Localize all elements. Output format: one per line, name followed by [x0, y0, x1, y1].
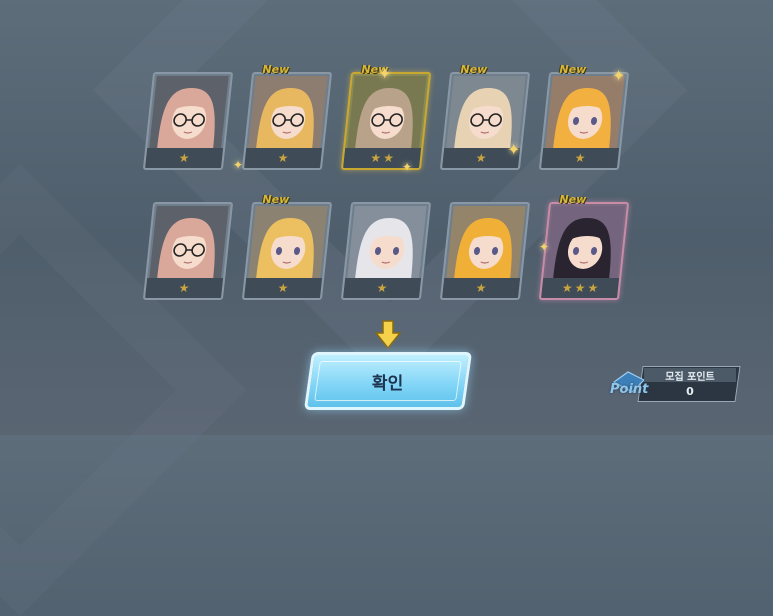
new-badge: New	[262, 63, 290, 76]
character-portrait	[149, 76, 229, 148]
star-icon: ★	[375, 281, 389, 295]
card-frame: ★	[439, 202, 531, 300]
card-frame: ★	[142, 72, 234, 170]
character-card[interactable]: ★	[142, 72, 234, 170]
star-icon: ★	[561, 281, 574, 295]
new-badge: New	[460, 63, 488, 76]
character-portrait	[248, 206, 328, 278]
character-portrait	[545, 76, 625, 148]
down-arrow-icon	[374, 320, 402, 350]
recruit-points-panel: Point 모집 포인트 0	[610, 364, 741, 404]
character-portrait	[446, 76, 526, 148]
character-card[interactable]: ★	[439, 202, 531, 300]
star-rating: ★	[541, 148, 620, 168]
character-portrait	[347, 206, 427, 278]
star-rating: ★	[145, 148, 224, 168]
card-frame: ★	[142, 202, 234, 300]
card-frame: ★	[340, 202, 432, 300]
star-icon: ★	[474, 151, 488, 165]
star-icon: ★	[276, 151, 290, 165]
star-icon: ★	[276, 281, 290, 295]
character-card[interactable]: ★ New	[241, 193, 333, 300]
star-icon: ★	[586, 281, 599, 295]
star-icon: ★	[573, 281, 587, 295]
star-rating: ★	[442, 278, 521, 298]
point-title: 모집 포인트	[644, 368, 736, 383]
confirm-button[interactable]: 확인	[303, 352, 473, 410]
character-card[interactable]: ★	[340, 202, 432, 300]
confirm-button-label: 확인	[372, 373, 404, 394]
character-card[interactable]: ★	[142, 202, 234, 300]
star-rating: ★	[145, 278, 224, 298]
card-frame: ★	[241, 202, 333, 300]
sparkle-icon: ✦	[539, 240, 550, 254]
sparkle-icon: ✦	[402, 160, 413, 174]
new-badge: New	[559, 193, 587, 206]
character-portrait	[347, 76, 427, 148]
star-icon: ★	[382, 151, 395, 165]
character-portrait	[446, 206, 526, 278]
character-card[interactable]: ★ ★ New	[340, 63, 432, 170]
point-icon-label: Point	[610, 382, 649, 397]
sparkle-icon: ✦	[507, 140, 521, 159]
character-card[interactable]: ★ New	[241, 63, 333, 170]
star-rating: ★	[244, 278, 323, 298]
card-frame: ★	[538, 72, 630, 170]
card-frame: ★ ★ ★	[538, 202, 630, 300]
star-icon: ★	[369, 151, 382, 165]
star-icon: ★	[177, 281, 191, 295]
character-portrait	[149, 206, 229, 278]
star-icon: ★	[474, 281, 488, 295]
sparkle-icon: ✦	[233, 158, 244, 172]
star-rating: ★	[244, 148, 323, 168]
star-rating: ★	[343, 278, 422, 298]
character-portrait	[248, 76, 328, 148]
card-frame: ★ ★	[340, 72, 432, 170]
star-icon: ★	[177, 151, 191, 165]
star-rating: ★ ★ ★	[541, 278, 620, 298]
new-badge: New	[262, 193, 290, 206]
card-frame: ★	[241, 72, 333, 170]
new-badge: New	[559, 63, 587, 76]
star-icon: ★	[573, 151, 587, 165]
character-card[interactable]: ★ ★ ★ New	[538, 193, 630, 300]
sparkle-icon: ✦	[612, 66, 626, 85]
character-card[interactable]: ★ New	[538, 63, 630, 170]
point-value: 0	[686, 385, 694, 398]
sparkle-icon: ✦	[378, 64, 392, 83]
character-portrait	[545, 206, 625, 278]
